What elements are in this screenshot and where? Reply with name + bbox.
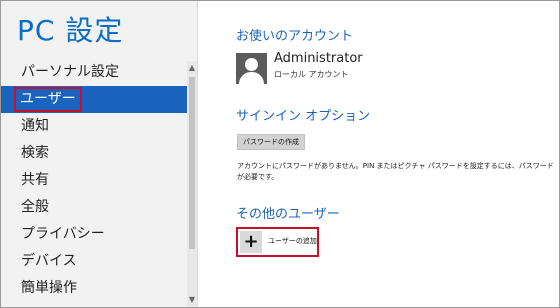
nav-item-label: 共有 xyxy=(21,172,49,188)
account-user-name: Administrator xyxy=(274,51,363,66)
scroll-down-arrow-icon[interactable]: ▼ xyxy=(187,293,197,307)
account-type-label: ローカル アカウント xyxy=(274,70,349,79)
nav-item-share[interactable]: 共有 xyxy=(1,167,187,194)
password-required-note: アカウントにパスワードがありません。PIN またはピクチャ パスワードを設定する… xyxy=(237,162,554,181)
nav-item-label: 簡単操作 xyxy=(21,280,77,296)
plus-icon: + xyxy=(240,231,262,253)
nav-item-privacy[interactable]: プライバシー xyxy=(1,221,187,248)
page-title: PC 設定 xyxy=(17,14,124,47)
settings-nav: パーソナル設定 ユーザー 通知 検索 共有 全般 プライバシー デバイス 簡単操… xyxy=(1,59,187,302)
nav-item-general[interactable]: 全般 xyxy=(1,194,187,221)
settings-sidebar: PC 設定 パーソナル設定 ユーザー 通知 検索 共有 全般 プライバシー デバ… xyxy=(1,1,198,307)
create-password-button[interactable]: パスワードの作成 xyxy=(237,134,305,150)
nav-item-label: 通知 xyxy=(21,118,49,134)
nav-item-users[interactable]: ユーザー xyxy=(1,86,187,113)
nav-item-label: ユーザー xyxy=(14,87,82,112)
nav-item-label: パーソナル設定 xyxy=(21,64,119,80)
sidebar-scrollbar[interactable]: ▲ ▼ xyxy=(187,61,197,307)
users-settings-pane: お使いのアカウント Administrator ローカル アカウント サインイン… xyxy=(219,1,554,307)
scroll-up-arrow-icon[interactable]: ▲ xyxy=(187,61,197,75)
add-user-button[interactable]: + ユーザーの追加 xyxy=(236,227,319,257)
sign-in-options-heading: サインイン オプション xyxy=(236,109,371,124)
other-users-heading: その他のユーザー xyxy=(236,207,340,222)
nav-item-label: 全般 xyxy=(21,199,49,215)
nav-item-search[interactable]: 検索 xyxy=(1,140,187,167)
nav-item-ease-of-access[interactable]: 簡単操作 xyxy=(1,275,187,302)
scrollbar-thumb[interactable] xyxy=(189,77,195,249)
nav-item-label: プライバシー xyxy=(21,226,105,242)
your-account-heading: お使いのアカウント xyxy=(236,29,354,44)
pc-settings-window: PC 設定 パーソナル設定 ユーザー 通知 検索 共有 全般 プライバシー デバ… xyxy=(0,0,560,308)
nav-item-label: デバイス xyxy=(21,253,77,269)
user-avatar-icon xyxy=(236,53,267,84)
nav-item-devices[interactable]: デバイス xyxy=(1,248,187,275)
add-user-label: ユーザーの追加 xyxy=(268,237,317,245)
nav-item-label: 検索 xyxy=(21,145,49,161)
nav-item-notifications[interactable]: 通知 xyxy=(1,113,187,140)
nav-item-personalize[interactable]: パーソナル設定 xyxy=(1,59,187,86)
